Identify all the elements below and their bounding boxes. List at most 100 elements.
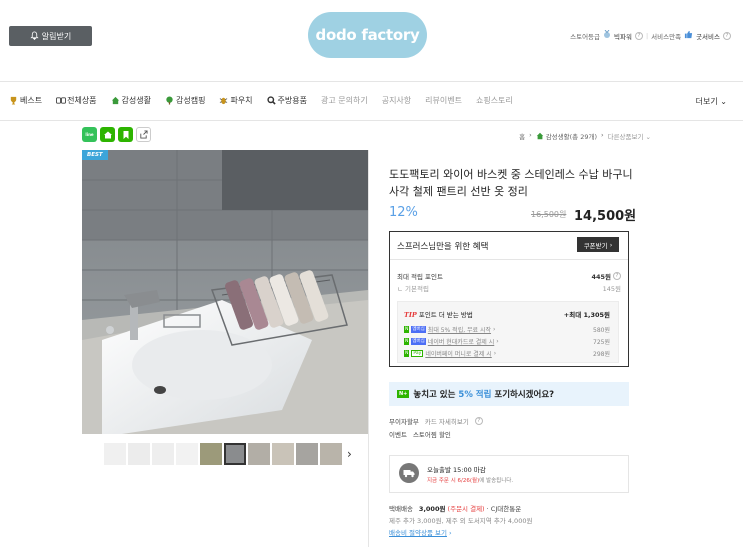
bell-icon xyxy=(30,30,39,42)
coupon-button[interactable]: 쿠폰받기 › xyxy=(577,237,619,252)
share-icon[interactable] xyxy=(136,127,151,142)
tip-text: 포인트 더 받는 방법 xyxy=(418,311,473,319)
nav-item-camping[interactable]: 감성캠핑 xyxy=(165,95,205,106)
nav-item-shopping-story[interactable]: 쇼핑스토리 xyxy=(476,95,513,106)
thumbnail[interactable] xyxy=(152,443,174,465)
store-rating: 스토어등급 빅파워 ? | 서비스만족 굿서비스 ? xyxy=(570,29,731,41)
nav-label: 파우치 xyxy=(230,96,253,105)
chevron-right-icon[interactable]: › xyxy=(347,447,352,461)
store-logo[interactable]: dodo factory xyxy=(308,12,427,58)
home-share-icon[interactable] xyxy=(100,127,115,142)
pay-badge: Pay xyxy=(411,350,424,357)
nav-item-all-products[interactable]: 전체상품 xyxy=(56,95,97,106)
line-share-label: line xyxy=(85,132,94,137)
benefit-sub-value: 580원 xyxy=(593,327,610,334)
thumbnail[interactable] xyxy=(272,443,294,465)
thumbnail[interactable] xyxy=(128,443,150,465)
nav-label: 주방용품 xyxy=(277,96,307,105)
chevron-down-icon: ⌄ xyxy=(720,97,727,106)
tip-max: +최대 1,305원 xyxy=(563,311,610,319)
delivery-row: 택배배송 3,000원 (주문시 결제) · CJ대한통운 xyxy=(389,503,521,513)
breadcrumb-other[interactable]: 다른상품보기 ⌄ xyxy=(608,131,651,141)
sale-price: 14,500원 xyxy=(574,209,637,224)
line-share-icon[interactable]: line xyxy=(82,127,97,142)
product-photo xyxy=(82,150,368,434)
tip-text-wrap: TIP 포인트 더 받는 방법 xyxy=(404,309,473,319)
separator: | xyxy=(645,31,649,40)
thumbnail[interactable] xyxy=(224,443,246,465)
benefit-sub-text: 네이버페이 머니로 결제 시 xyxy=(425,351,492,358)
nav-item-kitchen[interactable]: 주방용품 xyxy=(266,95,307,106)
benefit-sub-row[interactable]: N Pay 네이버페이 머니로 결제 시 › 298원 xyxy=(404,349,610,358)
installment-row: 무이자할부 카드 자세히보기 ? xyxy=(389,416,483,426)
delivery-label: 택배배송 xyxy=(389,505,413,513)
basic-points-label: ㄴ 기본적립 xyxy=(397,285,429,293)
shipping-saver-link[interactable]: 배송비 절약상품 보기 › xyxy=(389,527,452,537)
benefit-divider xyxy=(390,259,628,260)
nav-label: 감성캠핑 xyxy=(176,96,206,105)
shipping-sub: 지금 주문 시 6/26(월)에 발송됩니다. xyxy=(427,476,513,484)
house-icon xyxy=(111,96,120,105)
help-icon[interactable]: ? xyxy=(634,31,643,40)
store-grade-value: 빅파워 xyxy=(614,32,632,41)
more-label: 더보기 xyxy=(695,97,718,106)
delivery-fee-wrap: 3,000원 (주문시 결제) · CJ대한통운 xyxy=(419,503,521,513)
basic-points-value: 145원 xyxy=(602,285,621,293)
breadcrumb-separator: › xyxy=(529,131,532,139)
nav-label: 전체상품 xyxy=(67,96,97,105)
bookmark-share-icon[interactable] xyxy=(118,127,133,142)
trophy-icon xyxy=(9,96,18,105)
benefit-sub-row[interactable]: N 멤버십 최대 5% 적립, 무료 시작 › 580원 xyxy=(404,325,610,334)
benefit-sub-label: N 멤버십 네이버 현대카드로 결제 시 › xyxy=(404,337,499,346)
nav-item-ad-inquiry[interactable]: 광고 문의하기 xyxy=(321,95,368,106)
home-icon xyxy=(103,131,112,138)
breadcrumb-home[interactable]: 홈 xyxy=(519,131,525,141)
breadcrumb: 홈 › 감성생활(총 29개) › 다른상품보기 ⌄ xyxy=(519,131,651,141)
card-detail-link[interactable]: 카드 자세히보기 xyxy=(425,416,469,426)
naver-badge: N xyxy=(404,338,410,345)
nav-item-pouch[interactable]: 파우치 xyxy=(219,95,253,106)
nav-item-review-event[interactable]: 리뷰이벤트 xyxy=(425,95,462,106)
help-icon[interactable]: ? xyxy=(474,417,483,425)
nav-label: 베스트 xyxy=(20,96,43,105)
promo-text-before: 놓치고 있는 xyxy=(413,390,459,400)
benefit-sub-row[interactable]: N 멤버십 네이버 현대카드로 결제 시 › 725원 xyxy=(404,337,610,346)
benefit-sub-text: 네이버 현대카드로 결제 시 xyxy=(427,339,495,346)
membership-promo-banner[interactable]: N+ 놓치고 있는 5% 적립 포기하시겠어요? xyxy=(389,382,629,406)
chevron-right-icon: › xyxy=(609,240,613,249)
nav-item-best[interactable]: 베스트 xyxy=(9,95,42,106)
alarm-button[interactable]: 알림받기 xyxy=(9,26,92,46)
nav-label: 광고 문의하기 xyxy=(321,96,368,105)
shipping-sub-highlight: 지금 주문 시 6/26(월) xyxy=(427,478,480,484)
product-title: 도도팩토리 와이어 바스켓 중 스테인레스 수납 바구니 사각 철제 팬트리 선… xyxy=(389,168,633,198)
thumbnail[interactable] xyxy=(176,443,198,465)
thumbnail[interactable] xyxy=(200,443,222,465)
naver-badge: N xyxy=(404,350,410,357)
category-nav: 베스트 전체상품 감성생활 감성캠핑 파우치 주방용품 광고 문의하기 공지사항… xyxy=(9,95,527,106)
product-image[interactable] xyxy=(82,150,368,434)
help-icon[interactable]: ? xyxy=(723,31,731,40)
more-button[interactable]: 더보기 ⌄ xyxy=(696,96,727,107)
nav-label: 쇼핑스토리 xyxy=(475,96,513,105)
nav-item-living[interactable]: 감성생활 xyxy=(111,95,151,106)
help-icon[interactable]: ? xyxy=(613,272,621,280)
thumbnail[interactable] xyxy=(296,443,318,465)
breadcrumb-category[interactable]: 감성생활(총 29개) xyxy=(536,131,597,141)
tip-label: TIP xyxy=(404,311,417,319)
shipping-saver-label: 배송비 절약상품 보기 xyxy=(389,529,447,537)
benefit-sub-label: N 멤버십 최대 5% 적립, 무료 시작 › xyxy=(404,325,495,334)
thumbnail[interactable] xyxy=(320,443,342,465)
max-points-value-wrap: 445원 ? xyxy=(591,271,621,281)
promo-text-after: 포기하시겠어요? xyxy=(491,390,555,400)
benefit-sub-label: N Pay 네이버페이 머니로 결제 시 › xyxy=(404,349,496,358)
service-label: 서비스만족 xyxy=(651,32,682,41)
nav-divider xyxy=(0,120,743,121)
event-label: 이벤트 xyxy=(389,431,407,439)
nav-item-notice[interactable]: 공지사항 xyxy=(382,95,411,106)
service-value: 굿서비스 xyxy=(696,32,720,41)
thumbnail[interactable] xyxy=(248,443,270,465)
delivery-fee-note: (주문시 결제) xyxy=(447,505,485,513)
thumbnail[interactable] xyxy=(104,443,126,465)
logo-text: dodo factory xyxy=(315,26,420,44)
naver-plus-badge: N+ xyxy=(397,390,410,398)
